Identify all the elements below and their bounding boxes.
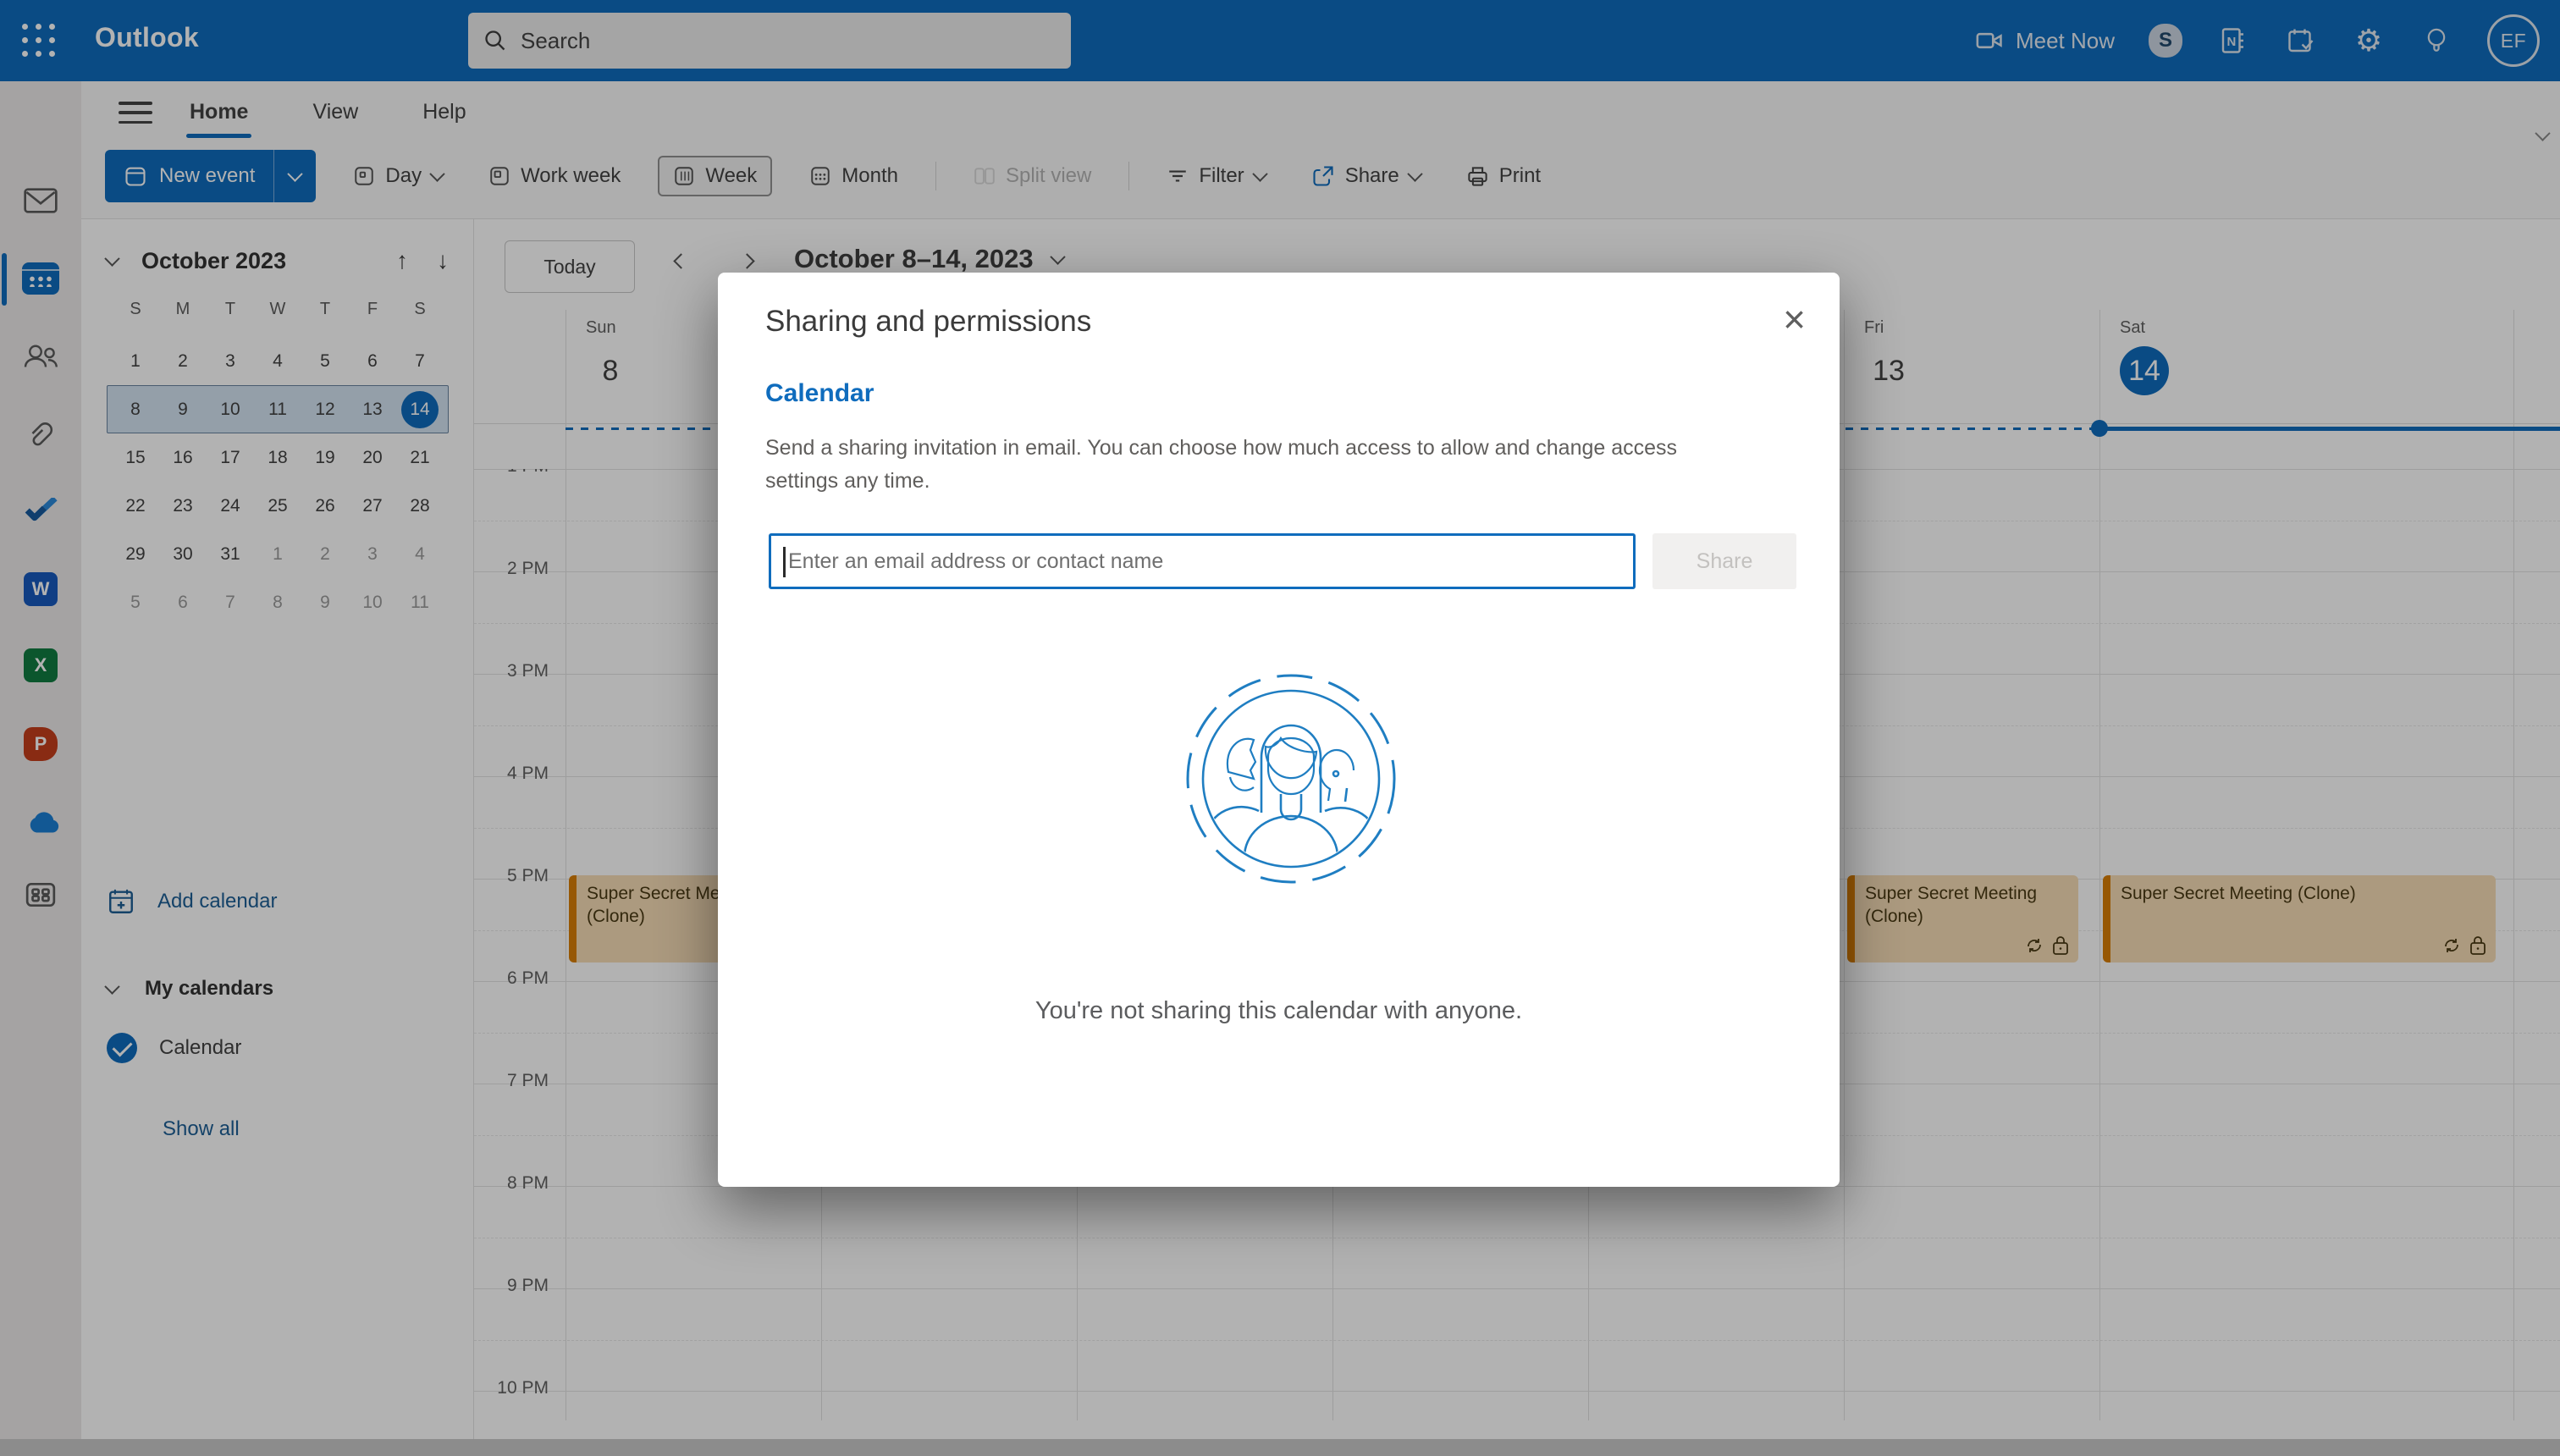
share-email-field[interactable] <box>769 533 1636 589</box>
dialog-description: Send a sharing invitation in email. You … <box>765 436 1678 493</box>
share-email-input[interactable] <box>771 536 1633 587</box>
text-cursor <box>783 547 786 577</box>
empty-state-text: You're not sharing this calendar with an… <box>1034 997 1523 1024</box>
dialog-title: Sharing and permissions <box>765 305 1092 338</box>
sharing-permissions-dialog: Sharing and permissions × Calendar Send … <box>718 273 1840 1187</box>
dialog-close-icon[interactable]: × <box>1778 295 1811 344</box>
sharing-empty-illustration <box>1181 669 1401 889</box>
dialog-section-heading: Calendar <box>765 379 874 407</box>
dialog-share-button[interactable]: Share <box>1652 533 1796 589</box>
